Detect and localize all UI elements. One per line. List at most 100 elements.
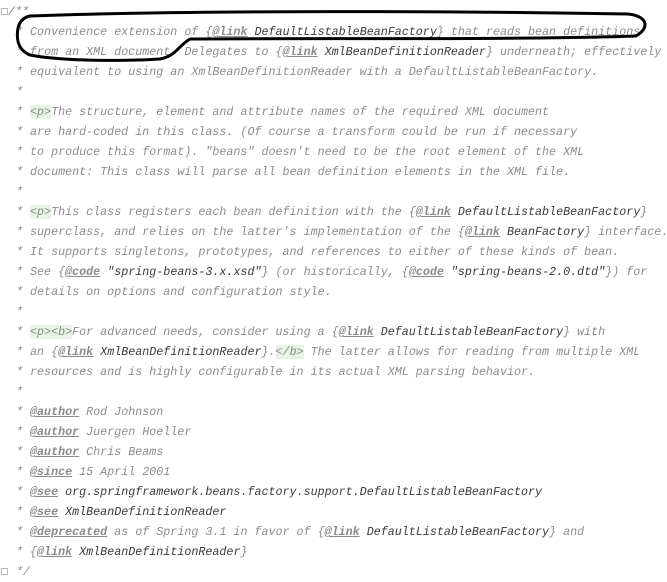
- javadoc-tag: @code: [65, 265, 101, 279]
- comment-text: * to produce this format). "beans" doesn…: [16, 145, 585, 159]
- javadoc-tag: @code: [408, 265, 444, 279]
- comment-text: * details on options and configuration s…: [16, 285, 332, 299]
- comment-text: *: [16, 385, 24, 399]
- javadoc-tag: @link: [58, 345, 94, 359]
- comment-text: [500, 225, 507, 239]
- comment-text: [374, 325, 381, 339]
- javadoc-reference: "spring-beans-3.x.xsd": [107, 265, 262, 279]
- html-tag: <p><b>: [30, 325, 73, 339]
- comment-line: * resources and is highly configurable i…: [0, 362, 667, 382]
- comment-line: * @see XmlBeanDefinitionReader: [0, 502, 667, 522]
- javadoc-reference: XmlBeanDefinitionReader: [324, 45, 486, 59]
- comment-line: * Convenience extension of {@link Defaul…: [0, 22, 667, 42]
- comment-text: The latter allows for reading from multi…: [303, 345, 641, 359]
- comment-text: } and: [549, 525, 585, 539]
- comment-line: * are hard-coded in this class. (Of cour…: [0, 122, 667, 142]
- javadoc-reference: XmlBeanDefinitionReader: [65, 505, 227, 519]
- comment-text: * Convenience extension of {: [16, 25, 213, 39]
- comment-text: * from an XML document. Delegates to {: [16, 45, 283, 59]
- comment-text: } interface.: [584, 225, 667, 239]
- comment-line: * See {@code "spring-beans-3.x.xsd"} (or…: [0, 262, 667, 282]
- javadoc-reference: DefaultListableBeanFactory: [366, 525, 550, 539]
- comment-line: * @author Rod Johnson: [0, 402, 667, 422]
- javadoc-tag: @see: [30, 485, 59, 499]
- comment-line: * document: This class will parse all be…: [0, 162, 667, 182]
- comment-text: This class registers each bean definitio…: [51, 205, 416, 219]
- comment-text: [360, 525, 367, 539]
- comment-text: * It supports singletons, prototypes, an…: [16, 245, 620, 259]
- javadoc-tag: @link: [37, 545, 73, 559]
- comment-text: } with: [563, 325, 606, 339]
- javadoc-tag: @link: [464, 225, 500, 239]
- javadoc-tag: @see: [30, 505, 59, 519]
- comment-text: *: [16, 425, 31, 439]
- comment-line: /**: [0, 2, 667, 22]
- javadoc-tag: @link: [282, 45, 318, 59]
- javadoc-tag: @link: [415, 205, 451, 219]
- comment-line: * @since 15 April 2001: [0, 462, 667, 482]
- javadoc-reference: DefaultListableBeanFactory: [380, 325, 564, 339]
- comment-text: *: [16, 205, 31, 219]
- comment-text: * {: [16, 545, 38, 559]
- comment-text: Chris Beams: [79, 445, 164, 459]
- fold-toggle-icon[interactable]: [1, 8, 8, 15]
- comment-text: * resources and is highly configurable i…: [16, 365, 536, 379]
- comment-line: * an {@link XmlBeanDefinitionReader}.</b…: [0, 342, 667, 362]
- comment-text: *: [16, 305, 24, 319]
- comment-text: /**: [8, 5, 30, 19]
- comment-text: The structure, element and attribute nam…: [51, 105, 550, 119]
- javadoc-tag: @since: [30, 465, 73, 479]
- comment-line: *: [0, 82, 667, 102]
- fold-toggle-icon[interactable]: [1, 568, 8, 575]
- comment-text: }: [240, 545, 248, 559]
- comment-text: [318, 45, 325, 59]
- comment-line: * @author Chris Beams: [0, 442, 667, 462]
- code-editor[interactable]: /** * Convenience extension of {@link Def…: [0, 2, 667, 582]
- javadoc-reference: org.springframework.beans.factory.suppor…: [65, 485, 543, 499]
- javadoc-tag: @author: [30, 425, 80, 439]
- comment-line: * {@link XmlBeanDefinitionReader}: [0, 542, 667, 562]
- comment-text: *: [16, 485, 31, 499]
- comment-text: * are hard-coded in this class. (Of cour…: [16, 125, 578, 139]
- comment-text: *: [16, 105, 31, 119]
- comment-line: * details on options and configuration s…: [0, 282, 667, 302]
- comment-text: } that reads bean definitions: [436, 25, 641, 39]
- comment-text: * an {: [16, 345, 59, 359]
- comment-line: *: [0, 302, 667, 322]
- html-tag: <p>: [30, 205, 52, 219]
- comment-text: [444, 265, 451, 279]
- comment-text: as of Spring 3.1 in favor of {: [107, 525, 325, 539]
- comment-text: * equivalent to using an XmlBeanDefiniti…: [16, 65, 599, 79]
- javadoc-tag: @author: [30, 445, 80, 459]
- comment-line: * superclass, and relies on the latter's…: [0, 222, 667, 242]
- comment-text: *: [16, 325, 31, 339]
- comment-text: *: [16, 505, 31, 519]
- comment-text: *: [16, 445, 31, 459]
- comment-line: * <p>The structure, element and attribut…: [0, 102, 667, 122]
- comment-line: * @deprecated as of Spring 3.1 in favor …: [0, 522, 667, 542]
- javadoc-reference: DefaultListableBeanFactory: [457, 205, 641, 219]
- javadoc-tag: @author: [30, 405, 80, 419]
- comment-text: } (or historically, {: [261, 265, 409, 279]
- comment-text: 15 April 2001: [72, 465, 171, 479]
- javadoc-tag: @deprecated: [30, 525, 108, 539]
- comment-text: [451, 205, 458, 219]
- comment-text: }) for: [605, 265, 648, 279]
- comment-line: *: [0, 382, 667, 402]
- html-tag: </b>: [275, 345, 304, 359]
- comment-line: *: [0, 182, 667, 202]
- html-tag: <p>: [30, 105, 52, 119]
- comment-text: *: [16, 85, 24, 99]
- javadoc-reference: DefaultListableBeanFactory: [254, 25, 437, 39]
- comment-text: * document: This class will parse all be…: [16, 165, 571, 179]
- comment-line: */: [0, 562, 667, 582]
- comment-line: * from an XML document. Delegates to {@l…: [0, 42, 667, 62]
- comment-text: * See {: [16, 265, 66, 279]
- javadoc-reference: XmlBeanDefinitionReader: [79, 545, 241, 559]
- comment-text: */: [16, 565, 31, 579]
- comment-line: * <p><b>For advanced needs, consider usi…: [0, 322, 667, 342]
- comment-line: * to produce this format). "beans" doesn…: [0, 142, 667, 162]
- comment-text: For advanced needs, consider using a {: [72, 325, 339, 339]
- comment-text: * superclass, and relies on the latter's…: [16, 225, 465, 239]
- javadoc-reference: "spring-beans-2.0.dtd": [450, 265, 606, 279]
